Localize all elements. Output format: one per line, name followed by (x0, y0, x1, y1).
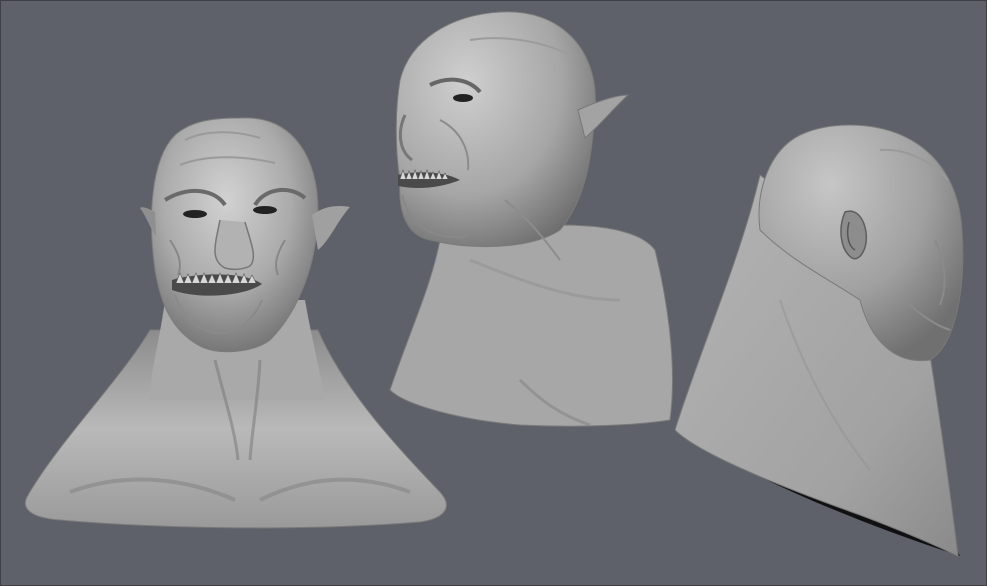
viewport-canvas (24, 11, 964, 557)
sculpt-bust-front[interactable] (24, 117, 447, 529)
sculpt-bust-three-quarter[interactable] (389, 11, 673, 427)
sculpt-bust-back[interactable] (674, 124, 964, 557)
sculpt-viewport[interactable] (0, 0, 987, 586)
